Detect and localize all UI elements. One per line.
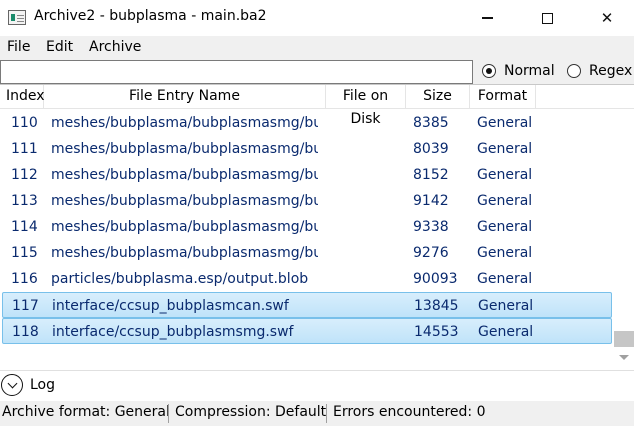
cell-format: General bbox=[477, 245, 533, 261]
scrollbar-thumb[interactable] bbox=[614, 331, 634, 347]
window-title: Archive2 - bubplasma - main.ba2 bbox=[34, 8, 267, 24]
status-compression: Compression: Default bbox=[175, 404, 327, 420]
cell-size: 8039 bbox=[413, 141, 449, 157]
close-button[interactable]: ✕ bbox=[584, 0, 630, 36]
cell-size: 9276 bbox=[413, 245, 449, 261]
log-label[interactable]: Log bbox=[30, 377, 55, 393]
cell-index: 111 bbox=[11, 141, 38, 157]
minimize-icon bbox=[481, 17, 493, 19]
filter-row: Normal Regex bbox=[0, 60, 634, 84]
cell-size: 8385 bbox=[413, 115, 449, 131]
table-row[interactable]: 114 meshes/bubplasma/bubplasmasmg/bub 93… bbox=[0, 214, 614, 240]
cell-index: 112 bbox=[11, 167, 38, 183]
status-divider bbox=[326, 404, 327, 423]
file-list[interactable]: Index File Entry Name File on Disk Size … bbox=[0, 84, 634, 371]
cell-format: General bbox=[477, 115, 533, 131]
cell-size: 13845 bbox=[414, 298, 459, 314]
scroll-down-arrow-icon[interactable] bbox=[619, 355, 629, 360]
table-row[interactable]: 111 meshes/bubplasma/bubplasmasmg/bub 80… bbox=[0, 136, 614, 162]
filter-input[interactable] bbox=[0, 60, 473, 84]
vertical-scrollbar[interactable] bbox=[614, 109, 634, 371]
menu-archive[interactable]: Archive bbox=[89, 39, 141, 55]
mode-regex-radio[interactable]: Regex bbox=[567, 63, 632, 79]
log-expand-button[interactable] bbox=[1, 374, 23, 396]
radio-unchecked-icon bbox=[567, 64, 581, 78]
cell-name: meshes/bubplasma/bubplasmasmg/bub bbox=[51, 141, 318, 157]
status-archive-format: Archive format: General bbox=[2, 404, 170, 420]
cell-name: meshes/bubplasma/bubplasmasmg/bub bbox=[51, 167, 318, 183]
table-row-selected[interactable]: 117 interface/ccsup_bubplasmcan.swf 1384… bbox=[2, 292, 612, 318]
cell-index: 117 bbox=[12, 298, 39, 314]
cell-format: General bbox=[477, 193, 533, 209]
maximize-icon bbox=[541, 12, 553, 24]
table-row[interactable]: 112 meshes/bubplasma/bubplasmasmg/bub 81… bbox=[0, 162, 614, 188]
cell-index: 113 bbox=[11, 193, 38, 209]
cell-name: interface/ccsup_bubplasmcan.swf bbox=[52, 298, 289, 314]
mode-normal-radio[interactable]: Normal bbox=[482, 63, 555, 79]
cell-format: General bbox=[477, 219, 533, 235]
cell-index: 110 bbox=[11, 115, 38, 131]
column-header-format[interactable]: Format bbox=[470, 85, 536, 109]
cell-size: 9338 bbox=[413, 219, 449, 235]
list-header: Index File Entry Name File on Disk Size … bbox=[0, 85, 634, 127]
minimize-button[interactable] bbox=[464, 0, 510, 36]
cell-size: 14553 bbox=[414, 324, 459, 340]
cell-format: General bbox=[477, 271, 533, 287]
log-bar: Log bbox=[0, 370, 634, 401]
cell-name: particles/bubplasma.esp/output.blob bbox=[51, 271, 309, 287]
cell-name: meshes/bubplasma/bubplasmasmg/bub bbox=[51, 193, 318, 209]
status-errors: Errors encountered: 0 bbox=[333, 404, 486, 420]
mode-regex-label: Regex bbox=[589, 63, 633, 79]
chevron-down-icon bbox=[7, 378, 17, 388]
cell-format: General bbox=[477, 167, 533, 183]
cell-index: 115 bbox=[11, 245, 38, 261]
cell-size: 9142 bbox=[413, 193, 449, 209]
menu-edit[interactable]: Edit bbox=[46, 39, 73, 55]
status-bar: Archive format: General Compression: Def… bbox=[0, 401, 634, 426]
cell-index: 116 bbox=[11, 271, 38, 287]
column-header-disk[interactable]: File on Disk bbox=[326, 85, 406, 127]
title-bar: Archive2 - bubplasma - main.ba2 ✕ bbox=[0, 0, 634, 36]
cell-format: General bbox=[478, 298, 534, 314]
table-row[interactable]: 116 particles/bubplasma.esp/output.blob … bbox=[0, 266, 614, 292]
app-icon bbox=[8, 10, 26, 25]
table-row[interactable]: 115 meshes/bubplasma/bubplasmasmg/bub 92… bbox=[0, 240, 614, 266]
menu-bar: File Edit Archive bbox=[0, 36, 634, 60]
column-header-size[interactable]: Size bbox=[406, 85, 470, 109]
cell-name: meshes/bubplasma/bubplasmasmg/bub bbox=[51, 219, 318, 235]
cell-format: General bbox=[477, 141, 533, 157]
mode-normal-label: Normal bbox=[504, 63, 555, 79]
cell-name: meshes/bubplasma/bubplasmasmg/bub bbox=[51, 115, 318, 131]
table-row[interactable]: 113 meshes/bubplasma/bubplasmasmg/bub 91… bbox=[0, 188, 614, 214]
cell-name: interface/ccsup_bubplasmsmg.swf bbox=[52, 324, 294, 340]
cell-name: meshes/bubplasma/bubplasmasmg/bub bbox=[51, 245, 318, 261]
cell-index: 114 bbox=[11, 219, 38, 235]
column-header-name[interactable]: File Entry Name bbox=[44, 85, 326, 109]
column-header-index[interactable]: Index bbox=[0, 85, 45, 109]
close-icon: ✕ bbox=[600, 9, 614, 27]
maximize-button[interactable] bbox=[524, 0, 570, 36]
cell-format: General bbox=[478, 324, 534, 340]
cell-size: 8152 bbox=[413, 167, 449, 183]
radio-checked-icon bbox=[482, 64, 496, 78]
cell-size: 90093 bbox=[413, 271, 458, 287]
status-divider bbox=[168, 404, 169, 423]
table-row[interactable]: 110 meshes/bubplasma/bubplasmasmg/bub 83… bbox=[0, 110, 614, 136]
cell-index: 118 bbox=[12, 324, 39, 340]
table-row-selected[interactable]: 118 interface/ccsup_bubplasmsmg.swf 1455… bbox=[2, 318, 612, 344]
menu-file[interactable]: File bbox=[7, 39, 30, 55]
